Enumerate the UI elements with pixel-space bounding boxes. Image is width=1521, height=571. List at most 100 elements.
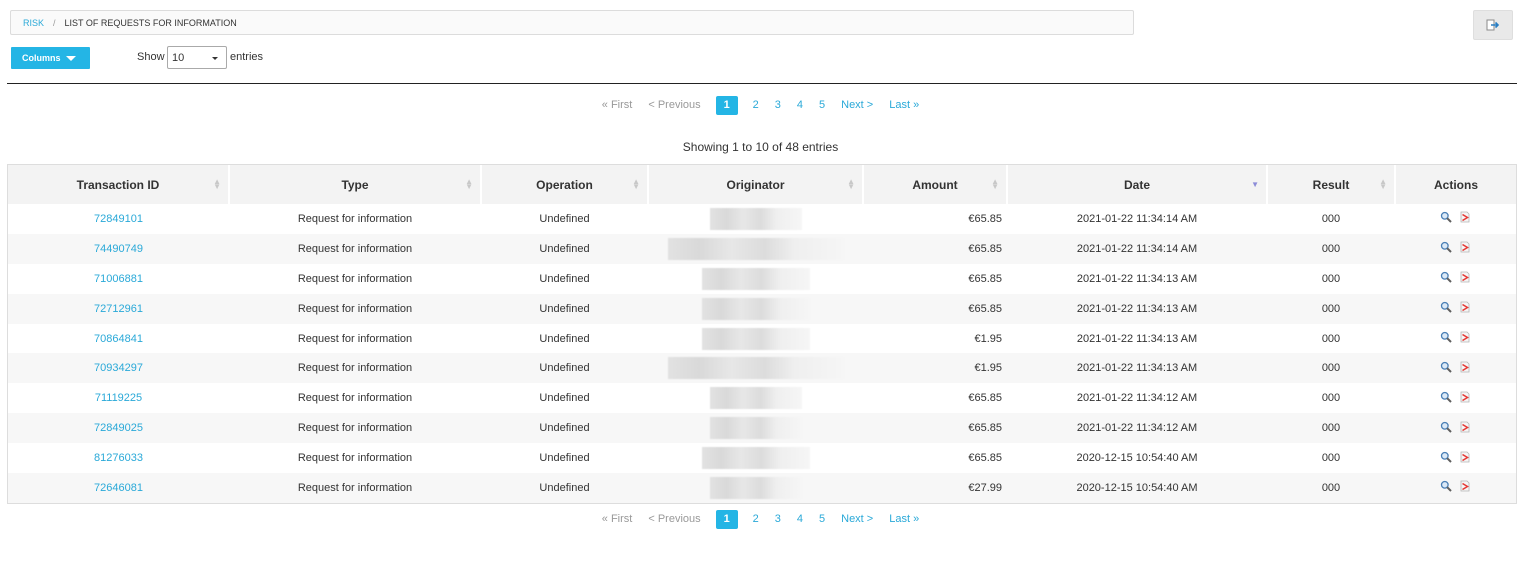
cell-originator: [648, 353, 863, 383]
redacted-originator: [667, 237, 844, 260]
pdf-icon[interactable]: [1459, 451, 1471, 463]
pagination-next[interactable]: Next >: [833, 513, 881, 525]
pdf-icon[interactable]: [1459, 391, 1471, 403]
header-operation[interactable]: Operation ▲ ▼: [481, 165, 649, 204]
pagination-page-1[interactable]: 1: [715, 509, 738, 529]
header-amount[interactable]: Amount ▲ ▼: [863, 165, 1008, 204]
header-type[interactable]: Type ▲ ▼: [229, 165, 482, 204]
transaction-id-link[interactable]: 72849101: [94, 213, 143, 225]
table-row: 70934297 Request for information Undefined…: [8, 353, 1516, 384]
header-originator[interactable]: Originator ▲ ▼: [648, 165, 864, 204]
cell-actions: [1395, 204, 1516, 234]
transaction-id-link[interactable]: 70934297: [94, 362, 143, 374]
cell-transaction-id: 72849101: [8, 204, 229, 234]
pagination-last[interactable]: Last »: [881, 513, 927, 525]
export-button[interactable]: [1473, 10, 1513, 40]
cell-operation: Undefined: [539, 452, 590, 465]
pdf-icon[interactable]: [1459, 211, 1471, 223]
cell-operation: Undefined: [539, 392, 590, 405]
pdf-icon[interactable]: [1459, 271, 1471, 283]
pagination-page-3[interactable]: 3: [767, 513, 789, 525]
pagination-last[interactable]: Last »: [881, 99, 927, 111]
pdf-icon[interactable]: [1459, 331, 1471, 343]
transaction-id-link[interactable]: 74490749: [94, 243, 143, 255]
cell-operation: Undefined: [539, 212, 590, 225]
cell-operation: Undefined: [539, 362, 590, 375]
pagination-page-4[interactable]: 4: [789, 513, 811, 525]
cell-type: Request for information: [297, 332, 413, 345]
cell-originator: [648, 264, 863, 294]
pagination-page-3[interactable]: 3: [767, 99, 789, 111]
cell-type: Request for information: [297, 242, 413, 255]
view-icon[interactable]: [1440, 421, 1452, 433]
transaction-id-link[interactable]: 70864841: [94, 333, 143, 345]
pdf-icon[interactable]: [1459, 241, 1471, 253]
transaction-id-link[interactable]: 72646081: [94, 482, 143, 494]
cell-date: 2021-01-22 11:34:13 AM: [1076, 362, 1198, 375]
pdf-icon[interactable]: [1459, 301, 1471, 313]
cell-operation: Undefined: [539, 422, 590, 435]
cell-amount: €65.85: [968, 392, 1002, 405]
cell-transaction-id: 72646081: [8, 473, 229, 503]
entries-select[interactable]: 10: [167, 46, 227, 69]
cell-result: 000: [1321, 242, 1341, 255]
cell-amount: €27.99: [968, 481, 1002, 494]
columns-label: Columns: [22, 53, 61, 63]
view-icon[interactable]: [1440, 301, 1452, 313]
pagination-page-5[interactable]: 5: [811, 513, 833, 525]
cell-date: 2021-01-22 11:34:12 AM: [1076, 392, 1198, 405]
cell-actions: [1395, 383, 1516, 413]
pagination-previous[interactable]: < Previous: [640, 99, 708, 111]
table-row: 72646081 Request for information Undefined…: [8, 473, 1516, 503]
transaction-id-link[interactable]: 72849025: [94, 422, 143, 434]
cell-amount: €65.85: [968, 212, 1002, 225]
pagination-first[interactable]: « First: [594, 99, 641, 111]
view-icon[interactable]: [1440, 241, 1452, 254]
sort-desc-icon: ▼: [1251, 180, 1259, 189]
view-icon[interactable]: [1440, 271, 1452, 283]
pagination-previous[interactable]: < Previous: [640, 513, 708, 525]
pagination-page-1[interactable]: 1: [715, 95, 738, 115]
cell-type: Request for information: [297, 302, 413, 315]
table-info: Showing 1 to 10 of 48 entries: [682, 140, 839, 154]
cell-operation: Undefined: [539, 302, 590, 315]
redacted-originator: [701, 327, 810, 350]
header-date[interactable]: Date ▼: [1007, 165, 1268, 204]
export-icon: [1486, 19, 1500, 31]
cell-transaction-id: 72849025: [8, 413, 229, 443]
view-icon[interactable]: [1440, 480, 1452, 493]
transaction-id-link[interactable]: 71119225: [95, 392, 142, 404]
pagination-next[interactable]: Next >: [833, 99, 881, 111]
pagination-page-2[interactable]: 2: [745, 513, 767, 525]
redacted-originator: [709, 417, 802, 440]
view-icon[interactable]: [1440, 331, 1452, 343]
pagination-bottom: « First < Previous 1 2 3 4 5 Next > Last…: [0, 509, 1521, 529]
cell-transaction-id: 72712961: [8, 294, 229, 324]
cell-result: 000: [1321, 392, 1341, 405]
header-result[interactable]: Result ▲ ▼: [1267, 165, 1396, 204]
pagination-page-2[interactable]: 2: [745, 99, 767, 111]
pagination-page-5[interactable]: 5: [811, 99, 833, 111]
header-transaction-id[interactable]: Transaction ID ▲ ▼: [8, 165, 230, 204]
cell-actions: [1395, 473, 1516, 503]
entries-select-value: 10: [172, 51, 185, 64]
columns-button[interactable]: Columns: [11, 47, 90, 69]
pdf-icon[interactable]: [1459, 480, 1471, 492]
cell-amount: €65.85: [968, 302, 1002, 315]
cell-transaction-id: 71006881: [8, 264, 229, 294]
table-row: 70864841 Request for information Undefined…: [8, 324, 1516, 354]
view-icon[interactable]: [1440, 391, 1452, 403]
transaction-id-link[interactable]: 72712961: [94, 303, 143, 315]
view-icon[interactable]: [1440, 211, 1452, 224]
view-icon[interactable]: [1440, 451, 1452, 463]
pdf-icon[interactable]: [1459, 421, 1471, 433]
table-row: 72849025 Request for information Undefined…: [8, 413, 1516, 444]
cell-transaction-id: 70864841: [8, 324, 229, 354]
breadcrumb-risk-link[interactable]: RISK: [23, 18, 44, 28]
transaction-id-link[interactable]: 71006881: [94, 273, 143, 285]
view-icon[interactable]: [1440, 361, 1452, 373]
pdf-icon[interactable]: [1459, 361, 1471, 373]
pagination-page-4[interactable]: 4: [789, 99, 811, 111]
pagination-first[interactable]: « First: [594, 513, 641, 525]
transaction-id-link[interactable]: 81276033: [94, 452, 143, 464]
